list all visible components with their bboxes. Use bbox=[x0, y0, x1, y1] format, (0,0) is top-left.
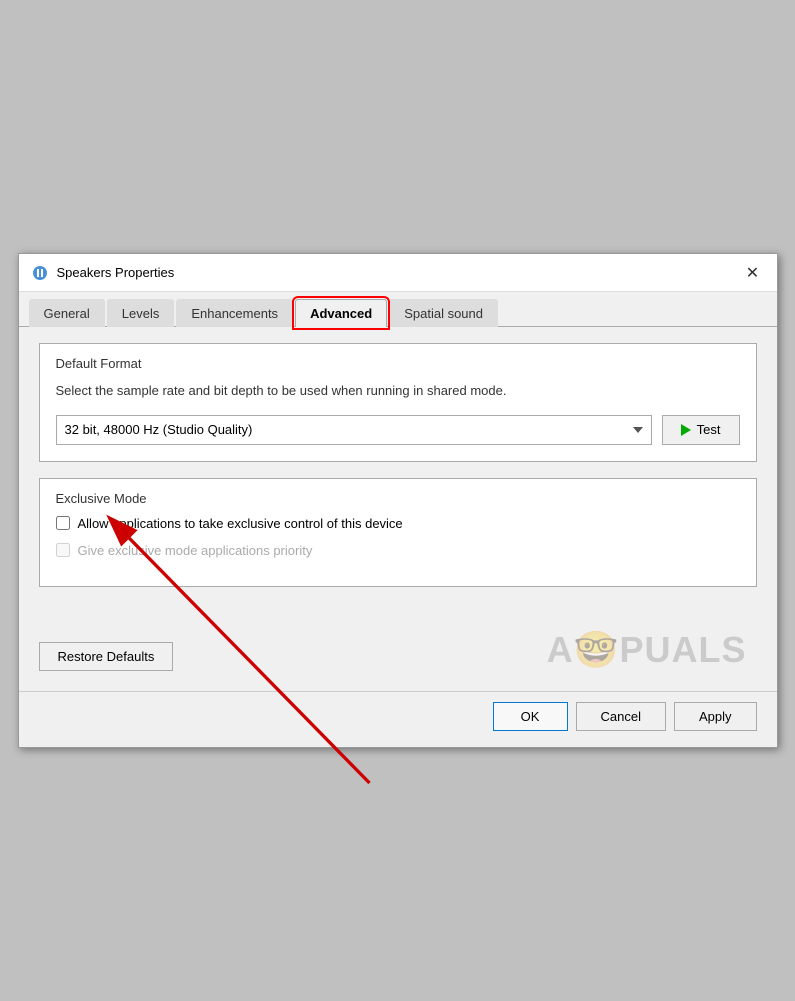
watermark-area: A🤓PUALS bbox=[173, 629, 756, 671]
exclusive-mode-label: Exclusive Mode bbox=[56, 491, 740, 506]
allow-exclusive-row: Allow applications to take exclusive con… bbox=[56, 516, 740, 531]
default-format-section: Default Format Select the sample rate an… bbox=[39, 343, 757, 462]
window-icon bbox=[31, 264, 49, 282]
tab-enhancements[interactable]: Enhancements bbox=[176, 299, 293, 327]
tab-general[interactable]: General bbox=[29, 299, 105, 327]
title-bar: Speakers Properties ✕ bbox=[19, 254, 777, 292]
test-button[interactable]: Test bbox=[662, 415, 740, 445]
dialog-content: Default Format Select the sample rate an… bbox=[19, 327, 777, 619]
give-priority-checkbox[interactable] bbox=[56, 543, 70, 557]
tab-spatial-sound[interactable]: Spatial sound bbox=[389, 299, 498, 327]
tabs-bar: General Levels Enhancements Advanced Spa… bbox=[19, 292, 777, 327]
play-icon bbox=[681, 424, 691, 436]
apply-button[interactable]: Apply bbox=[674, 702, 757, 731]
window-title: Speakers Properties bbox=[57, 265, 741, 280]
logo-text: A🤓PUALS bbox=[547, 629, 747, 671]
tab-advanced[interactable]: Advanced bbox=[295, 299, 387, 327]
ok-button[interactable]: OK bbox=[493, 702, 568, 731]
default-format-description: Select the sample rate and bit depth to … bbox=[56, 381, 740, 401]
test-button-label: Test bbox=[697, 422, 721, 437]
dialog-footer: OK Cancel Apply bbox=[19, 691, 777, 747]
allow-exclusive-checkbox[interactable] bbox=[56, 516, 70, 530]
appuals-logo: A🤓PUALS bbox=[547, 629, 747, 671]
default-format-label: Default Format bbox=[56, 356, 740, 371]
tab-levels[interactable]: Levels bbox=[107, 299, 175, 327]
cancel-button[interactable]: Cancel bbox=[576, 702, 666, 731]
exclusive-mode-section: Exclusive Mode Allow applications to tak… bbox=[39, 478, 757, 587]
give-priority-label: Give exclusive mode applications priorit… bbox=[78, 543, 313, 558]
give-priority-row: Give exclusive mode applications priorit… bbox=[56, 543, 740, 558]
speakers-properties-dialog: Speakers Properties ✕ General Levels Enh… bbox=[18, 253, 778, 748]
allow-exclusive-label[interactable]: Allow applications to take exclusive con… bbox=[78, 516, 403, 531]
format-select[interactable]: 32 bit, 48000 Hz (Studio Quality) bbox=[56, 415, 652, 445]
close-button[interactable]: ✕ bbox=[741, 261, 765, 285]
bottom-section: Restore Defaults A🤓PUALS bbox=[19, 619, 777, 691]
restore-defaults-button[interactable]: Restore Defaults bbox=[39, 642, 174, 671]
format-row: 32 bit, 48000 Hz (Studio Quality) Test bbox=[56, 415, 740, 445]
